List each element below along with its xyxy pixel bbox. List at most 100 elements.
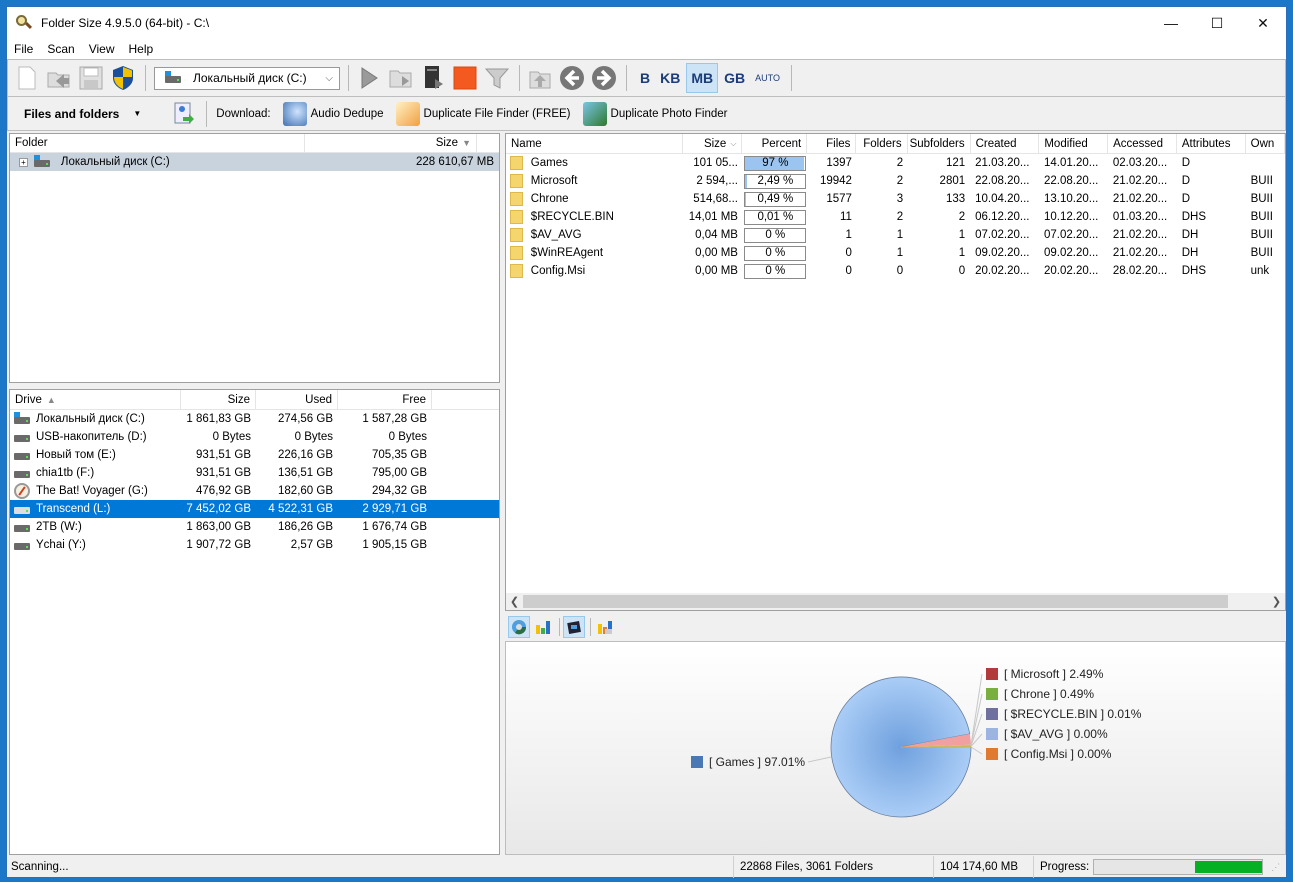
percent-bar: 97 % [744,155,807,171]
file-accessed: 21.02.20... [1112,193,1168,205]
progress-fill [1195,861,1263,873]
report-export-icon[interactable] [169,99,199,129]
file-row[interactable]: Games 101 05... 97 % 1397 2 121 21.03.20... 14.… [506,154,1285,172]
save-icon[interactable] [76,63,106,93]
drive-used: 2,57 GB [290,539,333,551]
unit-auto-button[interactable]: AUTO [751,63,784,93]
audio-dedupe-link[interactable]: Audio Dedupe [282,101,384,126]
drive-row[interactable]: 2TB (W:) 1 863,00 GB 186,26 GB 1 676,74 GB [10,518,499,536]
unit-bytes-button[interactable]: B [636,63,654,93]
shield-icon[interactable] [108,63,138,93]
resize-grip-icon[interactable]: ⋰ [1271,862,1280,873]
dropdown-arrow-icon[interactable]: ▼ [133,109,141,118]
drive-row[interactable]: Transcend (L:) 7 452,02 GB 4 522,31 GB 2 92… [10,500,499,518]
maximize-button[interactable]: ☐ [1194,7,1240,39]
modified-column-header[interactable]: Modified [1039,134,1109,153]
drive-select[interactable]: Локальный диск (C:) ⌵ [154,66,340,90]
accessed-column-header[interactable]: Accessed [1108,134,1177,153]
created-column-header[interactable]: Created [971,134,1040,153]
drive-size-column-header[interactable]: Size [181,390,256,409]
scroll-right-icon[interactable]: ❯ [1268,595,1285,608]
drive-free-column-header[interactable]: Free [338,390,432,409]
percent-cell: 0 % [743,245,808,261]
close-button[interactable]: ✕ [1240,7,1286,39]
file-row[interactable]: Config.Msi 0,00 MB 0 % 0 0 0 20.02.20... 20.02.… [506,262,1285,280]
menu-file[interactable]: File [7,42,40,56]
drives-header: Drive ▲ Size Used Free [10,390,499,410]
unit-gb-button[interactable]: GB [720,63,749,93]
minimize-button[interactable]: — [1148,7,1194,39]
folder-column-header[interactable]: Folder [10,134,305,152]
owner-column-header[interactable]: Own [1246,134,1285,153]
name-column-header[interactable]: Name [506,134,684,153]
drive-row[interactable]: USB-накопитель (D:) 0 Bytes 0 Bytes 0 Bytes [10,428,499,446]
file-row[interactable]: Microsoft 2 594,... 2,49 % 19942 2 2801 22.08.… [506,172,1285,190]
drive-row[interactable]: Новый том (E:) 931,51 GB 226,16 GB 705,35 G… [10,446,499,464]
drive-row[interactable]: Ychai (Y:) 1 907,72 GB 2,57 GB 1 905,15 GB [10,536,499,554]
file-files: 11 [840,211,852,223]
drive-row[interactable]: Локальный диск (C:) 1 861,83 GB 274,56 GB 1… [10,410,499,428]
horizontal-scrollbar[interactable]: ❮ ❯ [506,593,1285,610]
file-name: $AV_AVG [530,229,582,241]
scan-folder-icon[interactable] [386,63,416,93]
pie-chart-icon[interactable] [508,616,530,638]
scroll-left-icon[interactable]: ❮ [506,595,523,608]
up-folder-icon[interactable] [525,63,555,93]
drive-used-column-header[interactable]: Used [256,390,338,409]
export-chart-icon[interactable] [594,616,616,638]
percent-text: 0,01 % [757,210,794,223]
new-icon[interactable] [12,63,42,93]
files-header: Name Size ⌵ Percent Files Folders Subfol… [506,134,1285,154]
size-header-label: Size [435,137,459,149]
unit-kb-button[interactable]: KB [656,63,684,93]
duplicate-photo-finder-link[interactable]: Duplicate Photo Finder [582,101,728,126]
percent-bar: 0 % [744,263,807,279]
file-attributes: DHS [1181,211,1206,223]
drive-free: 795,00 GB [372,467,427,479]
open-icon[interactable] [44,63,74,93]
menu-view[interactable]: View [82,42,122,56]
menu-help[interactable]: Help [122,42,161,56]
toolbar-separator [206,100,208,127]
drive-row[interactable]: chia1tb (F:) 931,51 GB 136,51 GB 795,00 GB [10,464,499,482]
file-folders: 0 [896,265,904,277]
file-row[interactable]: $WinREAgent 0,00 MB 0 % 0 1 1 09.02.20... 09.02… [506,244,1285,262]
3d-view-icon[interactable] [563,616,585,638]
file-size: 2 594,... [696,175,738,187]
percent-cell: 0 % [743,263,808,279]
drive-icon [14,521,30,533]
back-icon[interactable] [557,63,587,93]
file-row[interactable]: Chrone 514,68... 0,49 % 1577 3 133 10.04.20...… [506,190,1285,208]
size-column-header[interactable]: Size ▼ [305,134,477,152]
forward-icon[interactable] [589,63,619,93]
attributes-column-header[interactable]: Attributes [1177,134,1246,153]
file-row[interactable]: $AV_AVG 0,04 MB 0 % 1 1 1 07.02.20... 07.02.20.… [506,226,1285,244]
drive-size: 1 861,83 GB [186,413,251,425]
view-mode-dropdown[interactable]: Files and folders [24,107,119,121]
percent-text: 0 % [765,264,786,277]
drive-name: Новый том (E:) [36,449,116,461]
drive-size: 7 452,02 GB [186,503,251,515]
scrollbar-thumb[interactable] [523,595,1228,608]
files-column-header[interactable]: Files [807,134,857,153]
play-icon[interactable] [354,63,384,93]
drive-column-header[interactable]: Drive ▲ [10,390,181,409]
duplicate-file-finder-link[interactable]: Duplicate File Finder (FREE) [395,101,571,126]
menu-scan[interactable]: Scan [40,42,81,56]
drive-row[interactable]: The Bat! Voyager (G:) 476,92 GB 182,60 GB 2… [10,482,499,500]
subfolders-column-header[interactable]: Subfolders [908,134,971,153]
size-column-header[interactable]: Size ⌵ [683,134,743,153]
bar-chart-icon[interactable] [532,616,554,638]
folders-column-header[interactable]: Folders [856,134,908,153]
scan-computer-icon[interactable] [418,63,448,93]
file-subfolders: 1 [958,247,966,259]
secondary-toolbar: Files and folders ▼ Download: Audio Dedu… [7,97,1286,131]
stop-icon[interactable] [450,63,480,93]
tree-row[interactable]: + Локальный диск (C:) 228 610,67 MB [10,153,499,171]
unit-mb-button[interactable]: MB [686,63,719,93]
filter-icon[interactable] [482,63,512,93]
file-created: 21.03.20... [975,157,1030,169]
percent-column-header[interactable]: Percent [742,134,808,153]
expand-icon[interactable]: + [19,157,28,167]
file-row[interactable]: $RECYCLE.BIN 14,01 MB 0,01 % 11 2 2 06.12.20..… [506,208,1285,226]
